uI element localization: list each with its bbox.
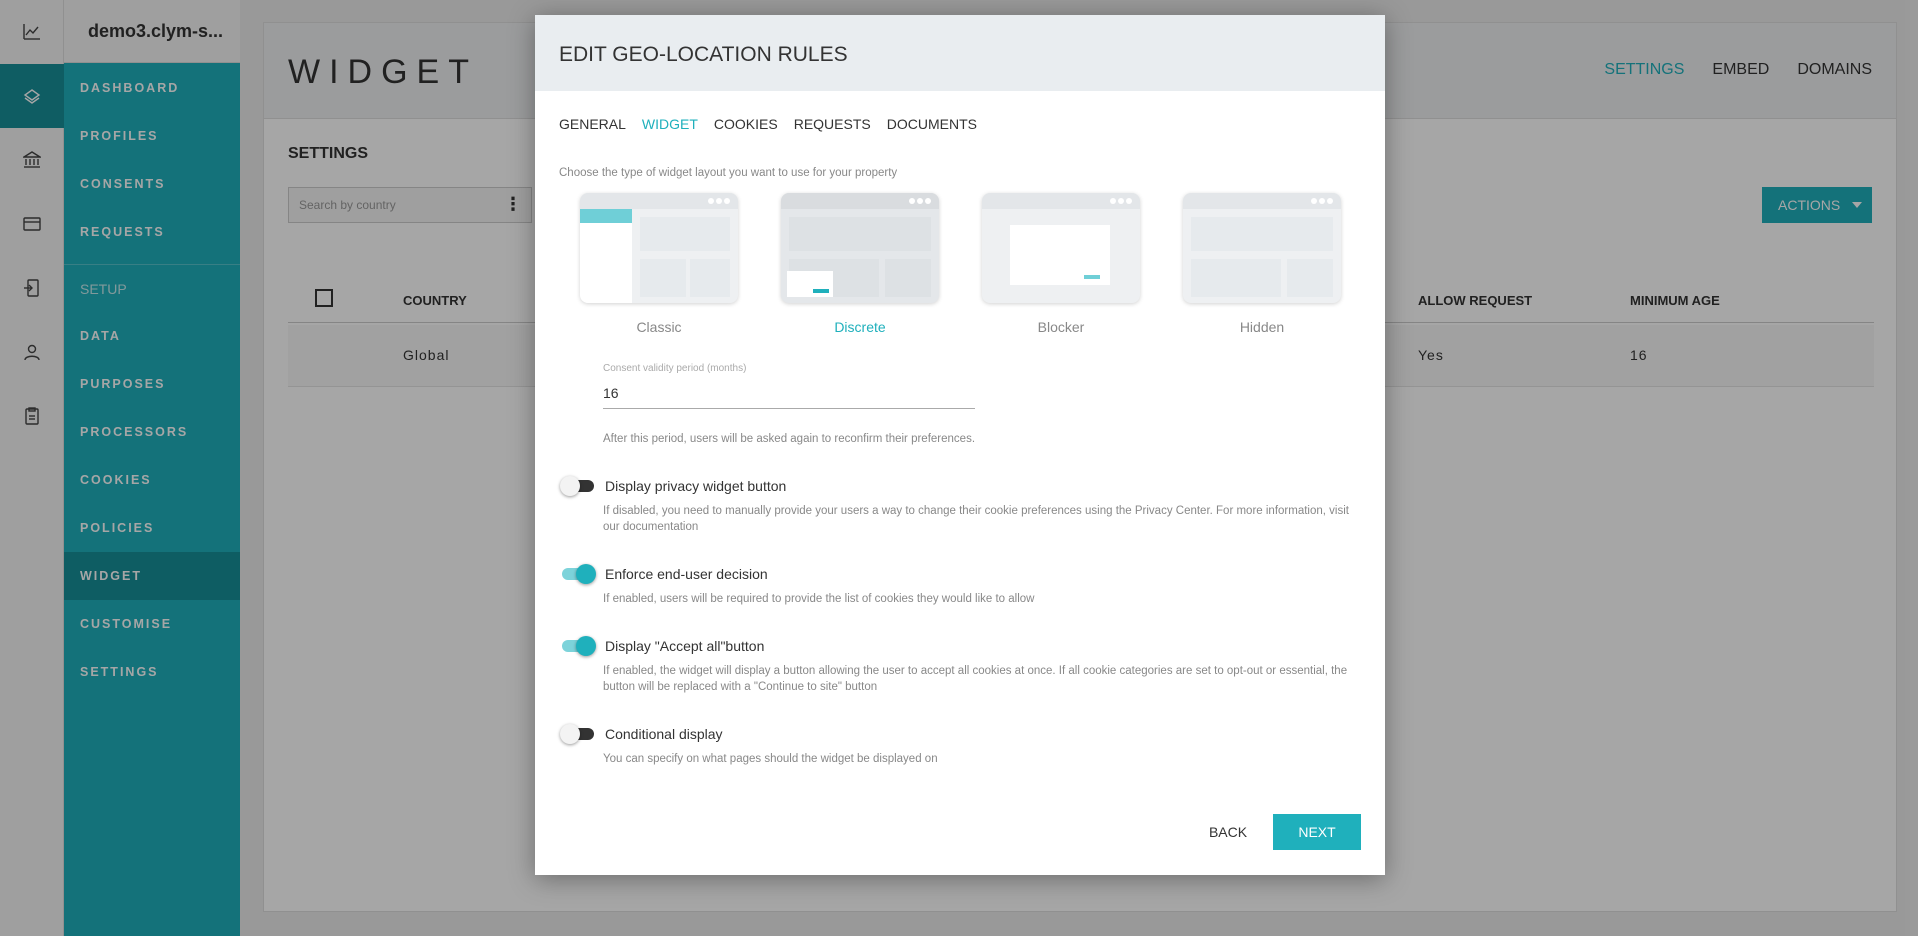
window-dots-icon: [907, 197, 931, 205]
layout-label-classic[interactable]: Classic: [580, 319, 738, 335]
layout-option-blocker[interactable]: [982, 193, 1140, 303]
dialog-tabs: GENERAL WIDGET COOKIES REQUESTS DOCUMENT…: [559, 116, 977, 132]
toggle-help-conditional-display: You can specify on what pages should the…: [603, 753, 938, 765]
consent-validity-help: After this period, users will be asked a…: [603, 433, 976, 445]
layout-option-discrete[interactable]: [781, 193, 939, 303]
tab-requests[interactable]: REQUESTS: [794, 116, 871, 132]
toggle-display-privacy-widget-button[interactable]: [560, 476, 596, 496]
toggle-conditional-display[interactable]: [560, 724, 596, 744]
tab-widget[interactable]: WIDGET: [642, 116, 698, 132]
edit-geo-location-dialog: EDIT GEO-LOCATION RULES GENERAL WIDGET C…: [535, 15, 1385, 875]
consent-validity-input[interactable]: 16: [603, 381, 975, 409]
window-dots-icon: [1108, 197, 1132, 205]
dialog-header: EDIT GEO-LOCATION RULES: [535, 15, 1385, 91]
tab-cookies[interactable]: COOKIES: [714, 116, 778, 132]
window-dots-icon: [1309, 197, 1333, 205]
tab-documents[interactable]: DOCUMENTS: [887, 116, 977, 132]
dialog-title: EDIT GEO-LOCATION RULES: [559, 43, 848, 66]
toggle-help-display-privacy-widget-button: If disabled, you need to manually provid…: [603, 505, 1349, 533]
consent-validity-label: Consent validity period (months): [603, 363, 747, 374]
toggle-label-display-accept-all-button[interactable]: Display "Accept all"button: [605, 638, 764, 654]
layout-option-hidden[interactable]: [1183, 193, 1341, 303]
toggle-help-display-accept-all-button: If enabled, the widget will display a bu…: [603, 665, 1348, 693]
toggle-help-enforce-end-user-decision: If enabled, users will be required to pr…: [603, 593, 1035, 605]
toggle-label-display-privacy-widget-button[interactable]: Display privacy widget button: [605, 478, 786, 494]
next-button[interactable]: NEXT: [1273, 814, 1361, 850]
layout-hint: Choose the type of widget layout you wan…: [559, 167, 898, 179]
layout-label-discrete[interactable]: Discrete: [781, 319, 939, 335]
back-button[interactable]: BACK: [1193, 814, 1263, 850]
window-dots-icon: [706, 197, 730, 205]
layout-label-blocker[interactable]: Blocker: [982, 319, 1140, 335]
tab-general[interactable]: GENERAL: [559, 116, 626, 132]
layout-option-classic[interactable]: [580, 193, 738, 303]
toggle-display-accept-all-button[interactable]: [560, 636, 596, 656]
layout-label-hidden[interactable]: Hidden: [1183, 319, 1341, 335]
toggle-label-conditional-display[interactable]: Conditional display: [605, 726, 723, 742]
toggle-label-enforce-end-user-decision[interactable]: Enforce end-user decision: [605, 566, 768, 582]
toggle-enforce-end-user-decision[interactable]: [560, 564, 596, 584]
